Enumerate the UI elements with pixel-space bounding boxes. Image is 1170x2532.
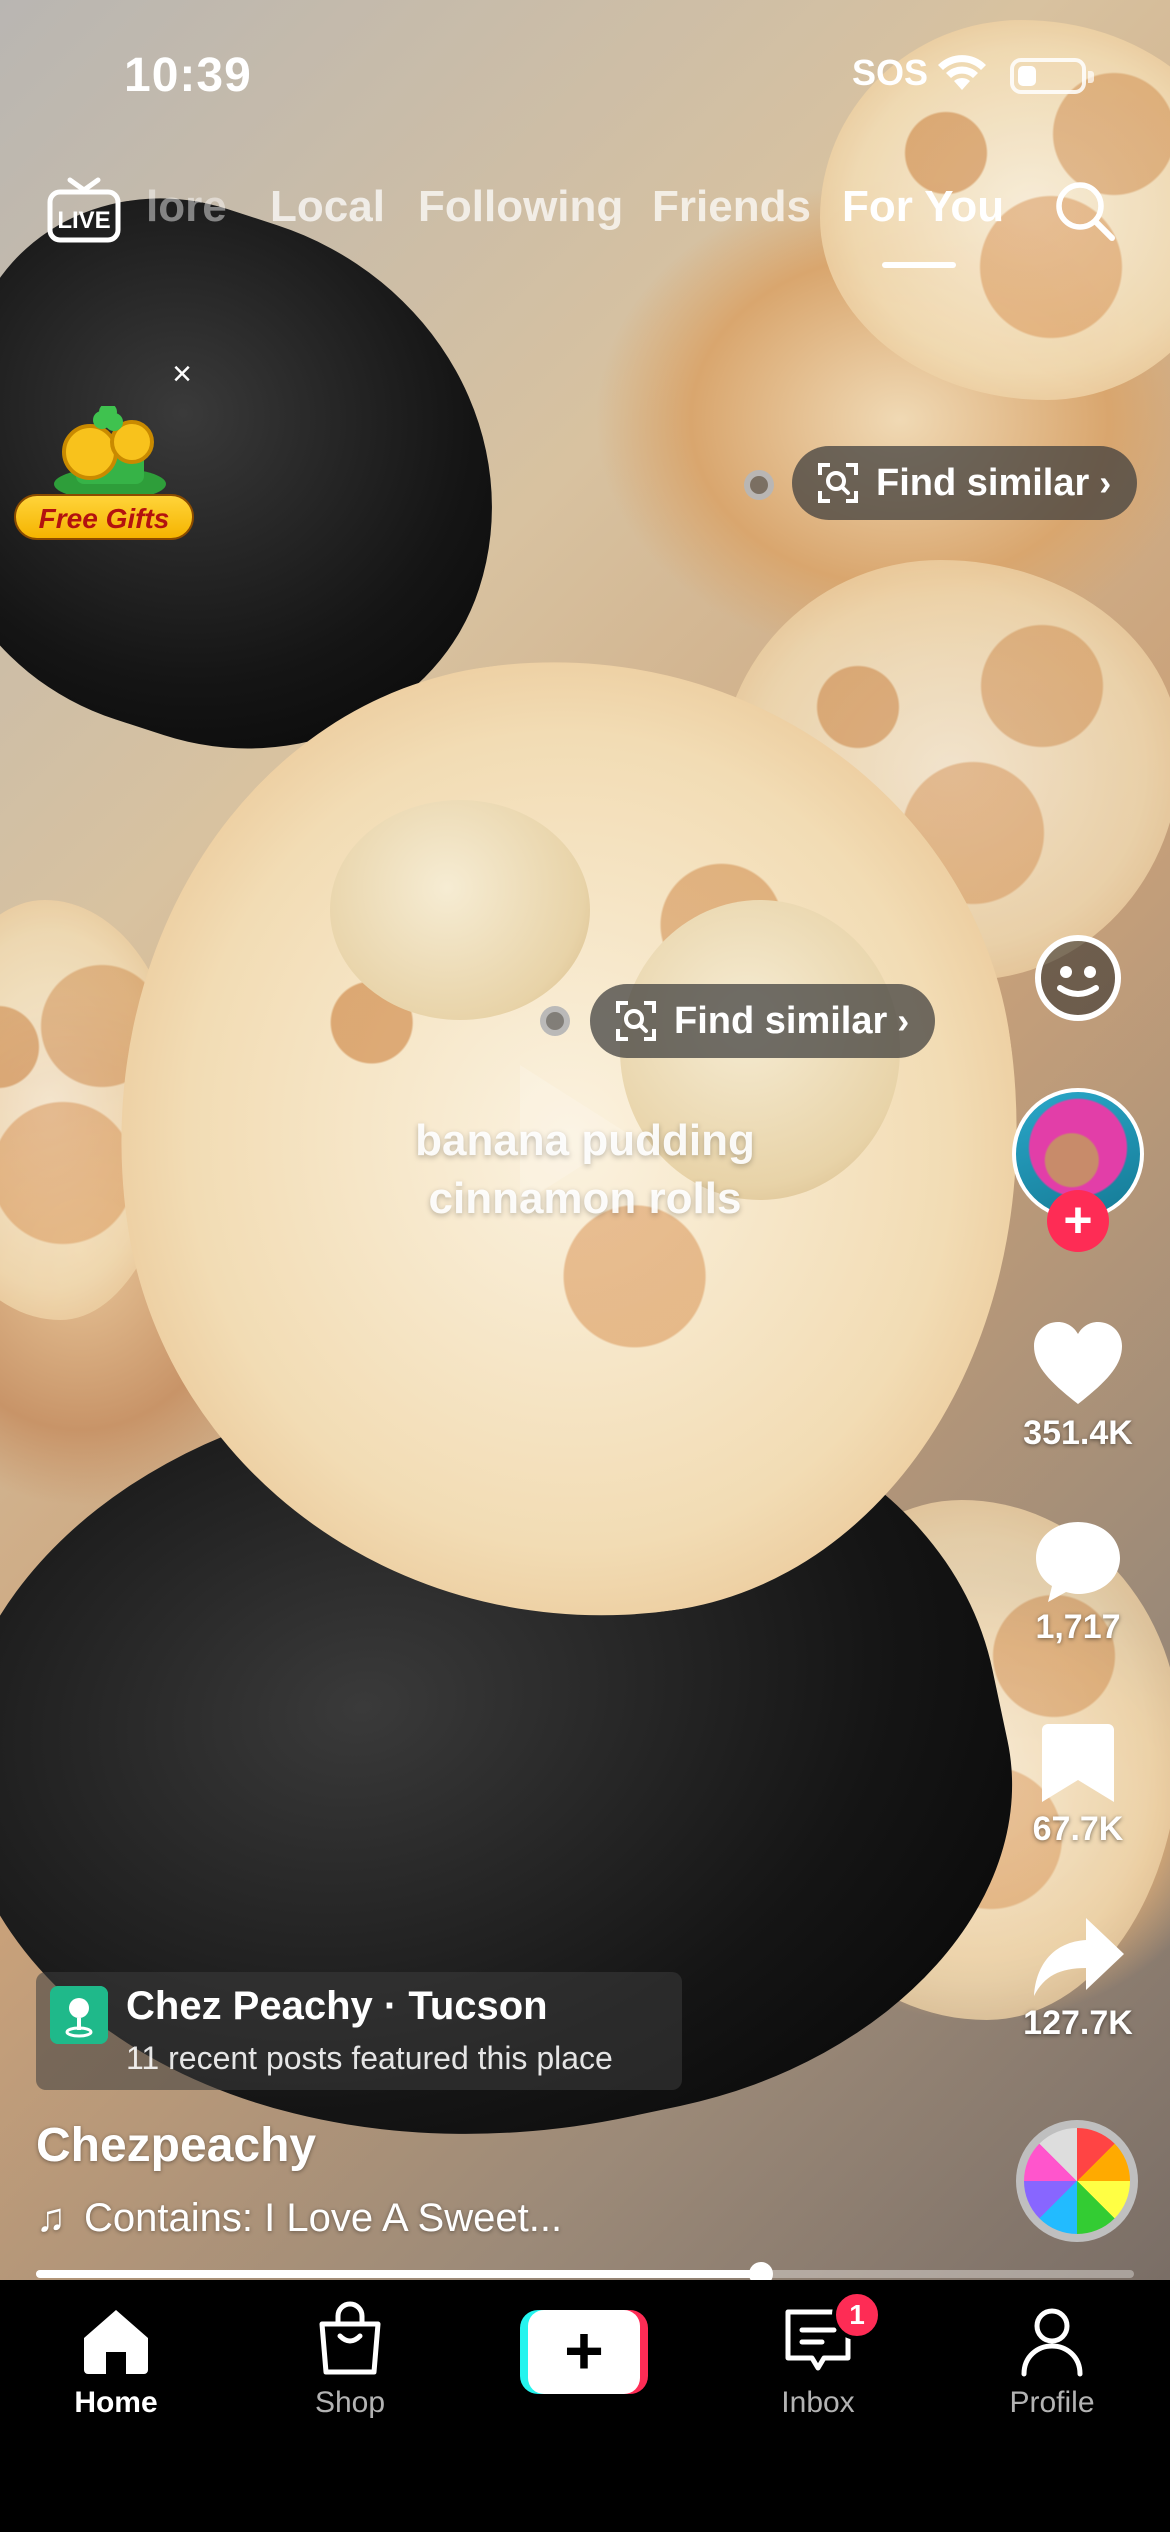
author-username[interactable]: Chezpeachy xyxy=(36,2118,316,2173)
location-pin-icon xyxy=(50,1986,108,2044)
status-bar: 10:39 SOS xyxy=(0,0,1170,150)
sound-link[interactable]: ♫ Contains: I Love A Sweet... xyxy=(36,2196,562,2241)
caption-line: cinnamon rolls xyxy=(428,1174,742,1223)
search-icon[interactable] xyxy=(1052,178,1118,244)
chevron-right-icon: › xyxy=(897,1000,910,1041)
nav-shop[interactable]: Shop xyxy=(260,2300,440,2420)
tab-explore[interactable]: lore xyxy=(146,182,227,232)
find-similar-label: Find similar xyxy=(876,461,1090,504)
nav-profile[interactable]: Profile xyxy=(962,2300,1142,2420)
music-note-icon: ♫ xyxy=(36,2196,66,2240)
comment-button[interactable]: 1,717 xyxy=(1008,1518,1148,1647)
location-title: Chez Peachy · Tucson xyxy=(126,1984,548,2029)
effect-face-icon[interactable] xyxy=(1030,930,1126,1026)
progress-fill xyxy=(36,2270,761,2278)
nav-shop-label: Shop xyxy=(314,2386,386,2419)
banana-slice xyxy=(330,800,590,1020)
bookmark-icon xyxy=(1042,1724,1114,1802)
bottom-nav: Home Shop + Inbox Profile xyxy=(0,2280,1170,2532)
tab-friends[interactable]: Friends xyxy=(652,182,811,232)
gift-hat-icon xyxy=(54,406,166,500)
find-similar-anchor xyxy=(744,470,774,500)
tab-local[interactable]: Local xyxy=(270,182,385,232)
location-name: Chez Peachy xyxy=(126,1984,373,2028)
home-icon xyxy=(84,2310,148,2374)
share-button[interactable]: 127.7K xyxy=(1008,1914,1148,2043)
wifi-icon xyxy=(938,55,986,90)
heart-icon xyxy=(1034,1322,1122,1404)
location-card[interactable]: Chez Peachy · Tucson 11 recent posts fea… xyxy=(36,1972,682,2090)
sound-label: Contains: I Love A Sweet... xyxy=(84,2196,563,2240)
location-city: Tucson xyxy=(408,1984,548,2028)
location-separator: · xyxy=(383,1984,398,2028)
nav-home[interactable]: Home xyxy=(26,2300,206,2420)
create-button[interactable]: + xyxy=(520,2310,648,2394)
like-button[interactable]: 351.4K xyxy=(1008,1320,1148,1453)
music-disc-icon[interactable] xyxy=(1016,2120,1138,2242)
nav-home-label: Home xyxy=(74,2386,158,2419)
nav-inbox-label: Inbox xyxy=(781,2386,855,2419)
live-tv-icon[interactable]: LIVE xyxy=(46,176,122,244)
find-similar-button[interactable]: Find similar › xyxy=(590,984,936,1058)
top-nav: LIVE lore Local Following Friends For Yo… xyxy=(0,170,1170,268)
free-gifts-label: Free Gifts xyxy=(14,494,194,540)
caption-line: banana pudding xyxy=(415,1116,755,1165)
free-gifts-promo[interactable]: × Free Gifts xyxy=(14,356,204,546)
find-similar-label: Find similar xyxy=(674,999,888,1042)
location-subtitle: 11 recent posts featured this place xyxy=(126,2040,613,2076)
find-similar-button[interactable]: Find similar › xyxy=(792,446,1138,520)
share-arrow-icon xyxy=(1034,1918,1124,1996)
comment-icon xyxy=(1036,1522,1120,1602)
plus-icon: + xyxy=(528,2310,640,2394)
close-icon[interactable]: × xyxy=(164,356,200,392)
live-label: LIVE xyxy=(57,207,110,234)
save-count: 67.7K xyxy=(1032,1810,1124,1848)
video-progress-bar[interactable] xyxy=(36,2262,1134,2286)
chevron-right-icon: › xyxy=(1099,462,1112,503)
status-carrier: SOS xyxy=(852,52,929,93)
active-tab-indicator xyxy=(882,262,956,268)
save-button[interactable]: 67.7K xyxy=(1008,1720,1148,1849)
video-caption: banana pudding cinnamon rolls xyxy=(360,1112,810,1228)
tab-following[interactable]: Following xyxy=(418,182,623,232)
battery-icon xyxy=(1010,58,1094,94)
inbox-badge: 1 xyxy=(832,2290,882,2340)
find-similar-anchor xyxy=(540,1006,570,1036)
visual-search-icon xyxy=(818,463,858,503)
tab-for-you[interactable]: For You xyxy=(842,182,1004,232)
status-time: 10:39 xyxy=(124,49,252,102)
share-count: 127.7K xyxy=(1023,2004,1133,2042)
visual-search-icon xyxy=(616,1001,656,1041)
follow-button[interactable]: + xyxy=(1047,1190,1109,1252)
shopping-bag-icon xyxy=(319,2301,381,2375)
nav-profile-label: Profile xyxy=(1009,2386,1095,2419)
like-count: 351.4K xyxy=(1023,1414,1133,1452)
profile-icon xyxy=(1021,2308,1083,2377)
comment-count: 1,717 xyxy=(1035,1608,1121,1646)
